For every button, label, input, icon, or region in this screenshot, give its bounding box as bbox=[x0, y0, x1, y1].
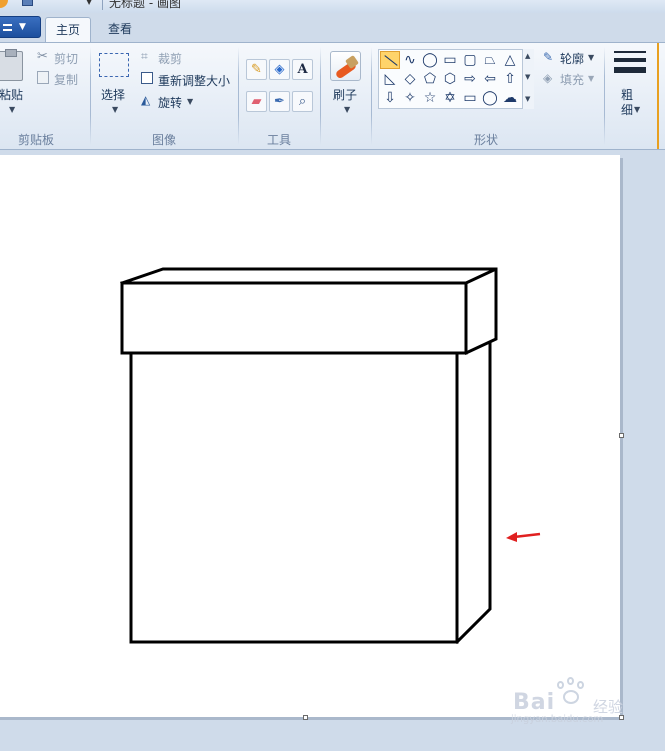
paste-icon[interactable] bbox=[0, 49, 23, 81]
triangle-shape-icon[interactable]: △ bbox=[500, 51, 520, 69]
copy-button[interactable]: 复制 bbox=[54, 71, 78, 88]
watermark-brand: Bai bbox=[513, 690, 556, 715]
eraser-icon[interactable]: ▰ bbox=[246, 91, 267, 112]
diamond-shape-icon[interactable]: ◇ bbox=[400, 70, 420, 88]
paste-dropdown-icon[interactable]: ▼ bbox=[9, 105, 15, 114]
rectangle-shape-icon[interactable]: ▭ bbox=[440, 51, 460, 69]
group-label-clipboard: 剪贴板 bbox=[18, 133, 55, 147]
polygon-shape-icon[interactable]: ⏢ bbox=[480, 51, 500, 69]
group-label-shapes: 形状 bbox=[474, 133, 499, 147]
rotate-icon: ◭ bbox=[141, 93, 151, 107]
window-title: 无标题 - 画图 bbox=[109, 0, 181, 10]
left-arrow-shape-icon[interactable]: ⇦ bbox=[480, 70, 500, 88]
resize-handle-bottom[interactable] bbox=[303, 715, 308, 720]
paint-menu-button[interactable]: ▼ bbox=[0, 16, 41, 38]
selection-icon[interactable] bbox=[99, 53, 129, 77]
box-drawing bbox=[120, 267, 541, 645]
menu-icon bbox=[3, 24, 12, 31]
group-divider bbox=[371, 47, 372, 145]
rotate-button[interactable]: 旋转 bbox=[158, 94, 182, 111]
resize-button[interactable]: 重新调整大小 bbox=[158, 72, 230, 89]
five-point-star-shape-icon[interactable]: ☆ bbox=[420, 89, 440, 107]
shapes-scrollbar[interactable]: ▲ ▼ ▼ bbox=[522, 49, 534, 109]
group-divider bbox=[604, 47, 605, 145]
copy-icon bbox=[37, 71, 49, 84]
pencil-icon[interactable]: ✎ bbox=[246, 59, 267, 80]
color-picker-icon[interactable]: ✒ bbox=[269, 91, 290, 112]
lid-front-face bbox=[120, 281, 468, 355]
tab-view[interactable]: 查看 bbox=[98, 17, 142, 43]
group-divider bbox=[238, 47, 239, 145]
ribbon: 粘贴 ▼ ✂ 剪切 复制 剪贴板 选择 ▼ ⌗ 裁剪 重新调整大小 ◭ 旋转 ▼… bbox=[0, 42, 665, 150]
brushes-button[interactable]: 刷子 bbox=[333, 86, 357, 103]
undo-icon[interactable]: ↶ bbox=[42, 0, 56, 6]
shape-fill-icon: ◈ bbox=[543, 71, 553, 85]
brushes-dropdown-icon[interactable]: ▼ bbox=[344, 105, 350, 114]
box-front-face bbox=[129, 351, 459, 644]
six-point-star-shape-icon[interactable]: ✡ bbox=[440, 89, 460, 107]
text-tool-icon[interactable]: A bbox=[292, 59, 313, 80]
cloud-callout-shape-icon[interactable]: ☁ bbox=[500, 89, 520, 107]
magnifier-icon[interactable]: ⌕ bbox=[292, 91, 313, 112]
lid-top-face bbox=[120, 267, 497, 285]
line-shape-icon[interactable] bbox=[380, 51, 400, 69]
oval-shape-icon[interactable]: ◯ bbox=[420, 51, 440, 69]
fill-bucket-icon[interactable]: ◈ bbox=[269, 59, 290, 80]
scroll-up-icon[interactable]: ▲ bbox=[525, 52, 530, 60]
outline-icon: ✎ bbox=[543, 50, 554, 64]
group-divider bbox=[90, 47, 91, 145]
watermark-url: jingyan.baidu.com bbox=[511, 714, 604, 725]
colors-group-edge bbox=[657, 43, 665, 149]
expand-gallery-icon[interactable]: ▼ bbox=[525, 95, 530, 103]
size-button-line2[interactable]: 细 bbox=[621, 101, 633, 118]
shapes-gallery: ∿ ◯ ▭ ▢ ⏢ △ ◺ ◇ ⬠ ⬡ ⇨ ⇦ ⇧ ⇩ ✧ ☆ ✡ ▭ ◯ ☁ bbox=[378, 49, 534, 109]
title-bar: ↶ ↷ ▼ 无标题 - 画图 bbox=[0, 0, 665, 13]
chevron-down-icon: ▼ bbox=[19, 22, 26, 32]
curve-shape-icon[interactable]: ∿ bbox=[400, 51, 420, 69]
outline-button[interactable]: 轮廓 bbox=[560, 50, 584, 67]
up-arrow-shape-icon[interactable]: ⇧ bbox=[500, 70, 520, 88]
hexagon-shape-icon[interactable]: ⬡ bbox=[440, 70, 460, 88]
rounded-callout-shape-icon[interactable]: ▭ bbox=[460, 89, 480, 107]
baidu-watermark: Bai 经验 jingyan.baidu.com bbox=[505, 676, 665, 726]
rotate-dropdown-icon[interactable]: ▼ bbox=[187, 97, 193, 106]
four-point-star-shape-icon[interactable]: ✧ bbox=[400, 89, 420, 107]
customize-quick-access-icon[interactable]: ▼ bbox=[86, 0, 92, 6]
group-label-tools: 工具 bbox=[267, 133, 292, 147]
box-side-face bbox=[454, 341, 492, 645]
group-label-image: 图像 bbox=[152, 133, 177, 147]
line-width-icon[interactable] bbox=[614, 51, 646, 77]
annotation-arrow-icon bbox=[506, 532, 541, 542]
pentagon-shape-icon[interactable]: ⬠ bbox=[420, 70, 440, 88]
fill-dropdown-icon[interactable]: ▼ bbox=[588, 74, 594, 83]
save-icon[interactable] bbox=[22, 0, 33, 6]
scissors-icon: ✂ bbox=[37, 49, 48, 64]
group-divider bbox=[320, 47, 321, 145]
ribbon-tab-row: ▼ 主页 查看 bbox=[0, 13, 665, 43]
resize-handle-right[interactable] bbox=[619, 433, 624, 438]
select-button[interactable]: 选择 bbox=[101, 86, 125, 103]
paste-button[interactable]: 粘贴 bbox=[0, 86, 23, 103]
crop-icon: ⌗ bbox=[141, 49, 148, 63]
tab-home[interactable]: 主页 bbox=[45, 17, 91, 43]
fill-button[interactable]: 填充 bbox=[560, 71, 584, 88]
resize-icon bbox=[141, 72, 153, 84]
right-arrow-shape-icon[interactable]: ⇨ bbox=[460, 70, 480, 88]
crop-button[interactable]: 裁剪 bbox=[158, 50, 182, 67]
paw-logo-icon bbox=[553, 677, 587, 707]
cut-button[interactable]: 剪切 bbox=[54, 50, 78, 67]
size-dropdown-icon[interactable]: ▼ bbox=[634, 105, 640, 114]
outline-dropdown-icon[interactable]: ▼ bbox=[588, 53, 594, 62]
paint-app-icon[interactable] bbox=[0, 0, 8, 8]
down-arrow-shape-icon[interactable]: ⇩ bbox=[380, 89, 400, 107]
right-triangle-shape-icon[interactable]: ◺ bbox=[380, 70, 400, 88]
select-dropdown-icon[interactable]: ▼ bbox=[112, 105, 118, 114]
oval-callout-shape-icon[interactable]: ◯ bbox=[480, 89, 500, 107]
rounded-rectangle-shape-icon[interactable]: ▢ bbox=[460, 51, 480, 69]
redo-icon[interactable]: ↷ bbox=[64, 0, 78, 6]
brush-icon[interactable] bbox=[330, 51, 361, 81]
scroll-down-icon[interactable]: ▼ bbox=[525, 73, 530, 81]
title-divider bbox=[102, 0, 103, 10]
